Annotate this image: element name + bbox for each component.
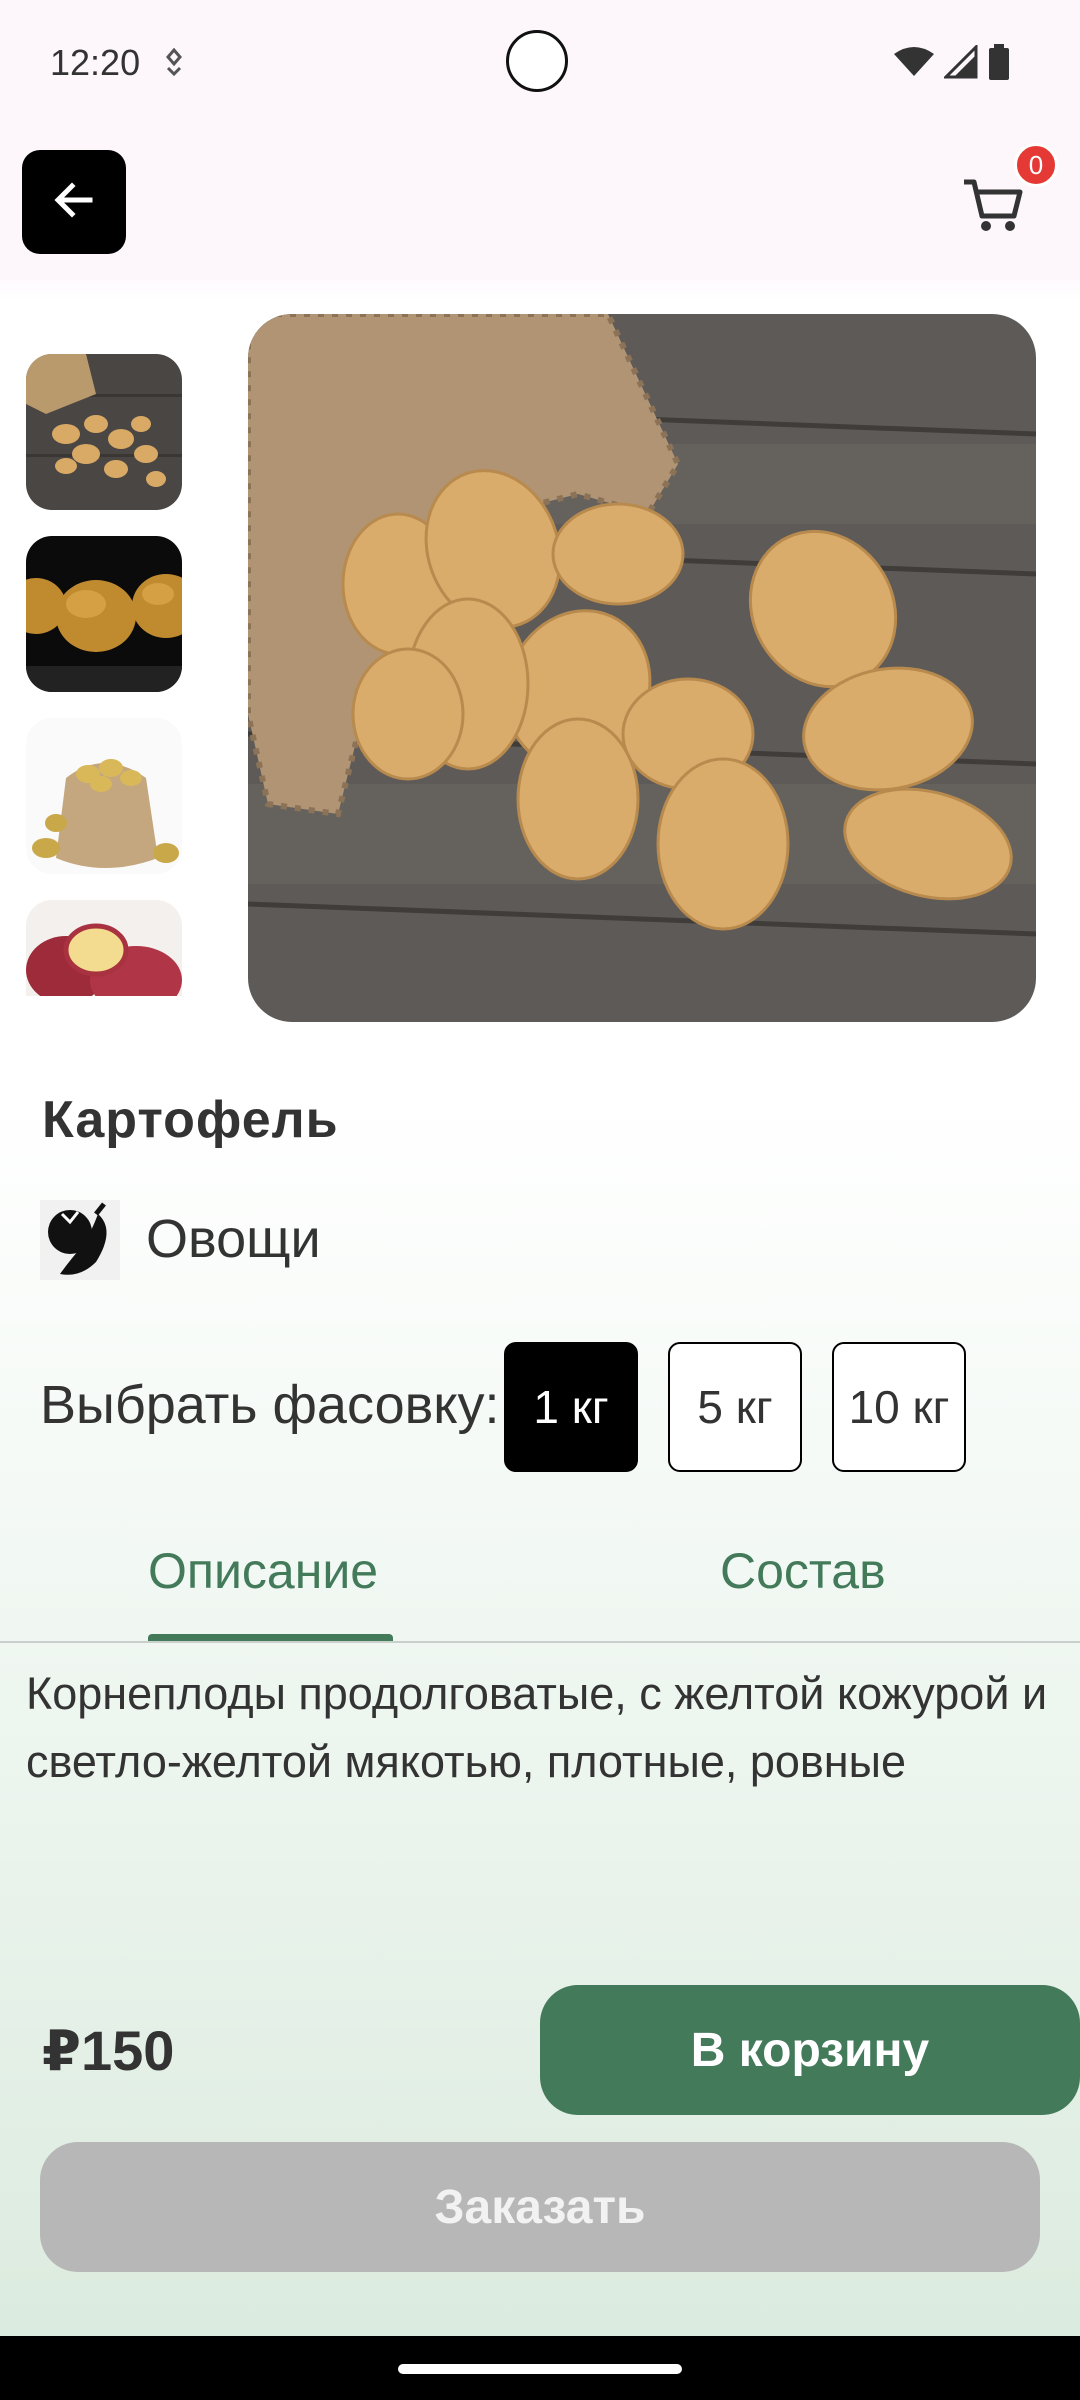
back-button[interactable] bbox=[22, 150, 126, 254]
app-bar bbox=[0, 130, 1080, 280]
add-to-cart-button[interactable]: В корзину bbox=[540, 1985, 1080, 2115]
wifi-icon bbox=[894, 46, 934, 83]
cart-icon bbox=[960, 179, 1026, 242]
status-bar: 12:20 bbox=[0, 0, 1080, 130]
cart-count-badge: 0 bbox=[1014, 143, 1058, 187]
product-description: Корнеплоды продолговатые, с желтой кожур… bbox=[26, 1668, 1048, 1787]
thumbnail-4[interactable] bbox=[26, 900, 182, 996]
product-price: ₽150 bbox=[42, 2019, 175, 2082]
pack-option-5kg[interactable]: 5 кг bbox=[668, 1342, 802, 1472]
thumbnail-3[interactable] bbox=[26, 718, 182, 874]
product-title: Картофель bbox=[42, 1091, 339, 1149]
tab-composition[interactable]: Состав bbox=[720, 1542, 886, 1600]
order-button[interactable]: Заказать bbox=[40, 2142, 1040, 2272]
home-indicator[interactable] bbox=[398, 2364, 682, 2374]
pack-label: Выбрать фасовку: bbox=[40, 1375, 500, 1435]
category-name: Овощи bbox=[146, 1209, 321, 1269]
status-time: 12:20 bbox=[50, 42, 141, 83]
signal-icon bbox=[942, 43, 978, 84]
product-main-image bbox=[248, 314, 1036, 1022]
camera-cutout bbox=[506, 30, 568, 92]
arrow-left-icon bbox=[50, 176, 98, 229]
thumbnail-2[interactable] bbox=[26, 536, 182, 692]
vegetables-icon bbox=[40, 1200, 120, 1280]
battery-icon bbox=[988, 44, 1010, 85]
thumbnail-1[interactable] bbox=[26, 354, 182, 510]
tab-divider bbox=[0, 1641, 1080, 1643]
pack-option-10kg[interactable]: 10 кг bbox=[832, 1342, 966, 1472]
pack-option-1kg[interactable]: 1 кг bbox=[504, 1342, 638, 1472]
tab-description[interactable]: Описание bbox=[148, 1542, 378, 1600]
accessibility-icon bbox=[162, 47, 186, 81]
